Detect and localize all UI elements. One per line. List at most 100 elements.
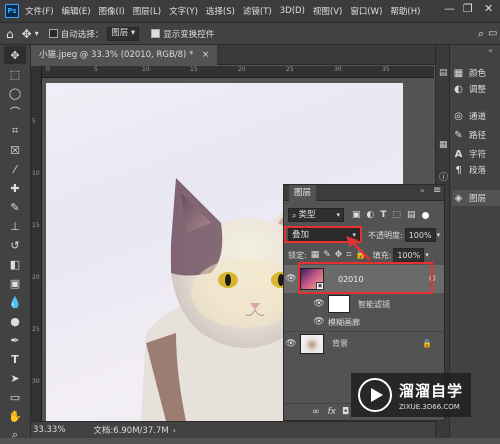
ruler-tick: 20 [238,66,246,73]
fill-input[interactable]: 100% [393,248,425,262]
dodge-tool-icon[interactable]: ● [4,312,26,330]
collapse-panels-icon[interactable]: « [488,46,493,55]
panel-channels[interactable]: ◎ 通道 [452,108,500,124]
filter-type-icon[interactable]: T [380,210,386,220]
home-icon[interactable]: ⌂ [6,27,14,41]
menu-window[interactable]: 窗口(W) [350,5,382,17]
background-thumbnail [300,333,324,354]
quick-select-tool-icon[interactable]: ⌒ [4,103,26,121]
menu-edit[interactable]: 编辑(E) [62,5,91,17]
frame-tool-icon[interactable]: ☒ [4,141,26,159]
properties-icon[interactable]: ▦ [439,140,448,150]
zoom-level[interactable]: 33.33% [33,425,65,435]
photoshop-logo-icon[interactable]: Ps [5,4,19,18]
ruler-tick: 15 [32,222,40,229]
auto-select-box[interactable] [48,29,58,38]
close-button[interactable]: ✕ [484,2,493,15]
fill-chevron-icon[interactable]: ▾ [425,251,429,259]
panel-paragraph[interactable]: ¶ 段落 [452,162,500,178]
info-icon[interactable]: ⓘ [439,170,448,183]
collapse-icon[interactable]: » [420,186,425,195]
panel-menu-icon[interactable]: ≡ [433,185,441,196]
menu-3d[interactable]: 3D(D) [280,6,305,16]
ruler-tick: 5 [32,118,36,125]
show-transform-box[interactable] [151,29,161,38]
minimize-button[interactable]: — [444,2,455,15]
zoom-tool-icon[interactable]: ⌕ [4,426,26,444]
visibility-eye-icon[interactable]: 👁 [312,317,326,327]
filter-adjustment-icon[interactable]: ◐ [367,210,375,220]
auto-select-checkbox[interactable]: 自动选择： [48,28,103,40]
hand-tool-icon[interactable]: ✋ [4,407,26,425]
healing-brush-tool-icon[interactable]: ✚ [4,179,26,197]
menu-image[interactable]: 图像(I) [99,5,125,17]
path-select-tool-icon[interactable]: ➤ [4,369,26,387]
visibility-eye-icon[interactable]: 👁 [312,299,326,309]
auto-select-dropdown[interactable]: 图层 ▾ [107,26,140,41]
menu-type[interactable]: 文字(Y) [169,5,198,17]
panel-adjustments[interactable]: ◐ 调整 [452,81,500,97]
background-layer-name[interactable]: 背景 [332,338,348,349]
filter-type-dropdown[interactable]: ⌕ 类型 ▾ [288,208,344,222]
lasso-tool-icon[interactable]: ◯ [4,84,26,102]
rectangle-tool-icon[interactable]: ▭ [4,388,26,406]
layer-style-icon[interactable]: fx [328,407,337,417]
restore-button[interactable]: ❐ [463,2,473,15]
panel-character[interactable]: A 字符 [452,146,500,162]
move-tool-icon[interactable]: ✥ [4,46,26,64]
blur-tool-icon[interactable]: 💧 [4,293,26,311]
visibility-eye-icon[interactable]: 👁 [284,274,298,284]
move-tool-icon[interactable]: ✥ [22,27,32,41]
menu-filter[interactable]: 滤镜(T) [243,5,272,17]
menu-view[interactable]: 视图(V) [313,5,342,17]
panel-paths[interactable]: ✎ 路径 [452,127,500,143]
panel-color[interactable]: ▦ 颜色 [452,65,500,81]
blur-gallery-label[interactable]: 模糊画廊 [328,317,360,328]
ruler-tick: 20 [32,274,40,281]
panel-layers[interactable]: ◈ 图层 [452,190,500,206]
visibility-eye-icon[interactable]: 👁 [284,339,298,349]
layer-filter-row: ⌕ 类型 ▾ ▣ ◐ T ⬚ ▤ [284,207,444,223]
gradient-tool-icon[interactable]: ▣ [4,274,26,292]
opacity-chevron-icon[interactable]: ▾ [437,231,441,239]
layer-row-background[interactable]: 👁 背景 🔒 [284,331,444,355]
eraser-tool-icon[interactable]: ◧ [4,255,26,273]
smart-filter-label[interactable]: 智能滤镜 [358,299,390,310]
eyedropper-tool-icon[interactable]: ⁄ [4,160,26,178]
filter-toggle-icon[interactable] [421,211,429,219]
menu-select[interactable]: 选择(S) [206,5,235,17]
document-tab[interactable]: 小猫.jpeg @ 33.3% (02010, RGB/8) * × [31,45,218,65]
ruler-tick: 0 [46,66,50,73]
menu-help[interactable]: 帮助(H) [390,5,420,17]
layer-row-blur-gallery[interactable]: 👁 模糊画廊 [284,315,444,329]
marquee-tool-icon[interactable]: ⬚ [4,65,26,83]
opacity-input[interactable]: 100% [404,228,436,242]
filter-pixel-icon[interactable]: ▣ [352,210,361,220]
filter-shape-icon[interactable]: ⬚ [393,210,402,220]
pen-tool-icon[interactable]: ✒ [4,331,26,349]
link-layers-icon[interactable]: ∞ [312,407,320,417]
layer-row-smart-filter[interactable]: 👁 智能滤镜 [284,293,444,315]
workspace-icon[interactable]: ▭ [488,28,497,39]
clone-stamp-tool-icon[interactable]: ⊥ [4,217,26,235]
menu-file[interactable]: 文件(F) [25,5,54,17]
lock-transparent-icon[interactable]: ▦ [311,250,320,260]
panel-paragraph-label: 段落 [469,166,487,176]
chevron-down-icon[interactable]: ▾ [35,29,39,38]
crop-tool-icon[interactable]: ⌗ [4,122,26,140]
search-icon[interactable]: ⌕ [478,27,484,41]
menu-layer[interactable]: 图层(L) [133,5,161,17]
status-bar: 33.33% 文档:6.90M/37.7M › [31,421,435,438]
tab-layers[interactable]: 图层 [289,184,317,201]
filter-smart-object-icon[interactable]: ▤ [407,210,416,220]
panel-adjustments-label: 调整 [469,85,487,95]
add-mask-icon[interactable]: ◘ [342,407,349,417]
close-tab-icon[interactable]: × [202,50,209,60]
lock-image-icon[interactable]: ✎ [323,250,331,260]
show-transform-checkbox[interactable]: 显示变换控件 [151,28,214,40]
history-icon[interactable]: ▤ [439,68,448,78]
type-tool-icon[interactable]: T [4,350,26,368]
status-menu-icon[interactable]: › [173,426,176,435]
brush-tool-icon[interactable]: ✎ [4,198,26,216]
history-brush-tool-icon[interactable]: ↺ [4,236,26,254]
